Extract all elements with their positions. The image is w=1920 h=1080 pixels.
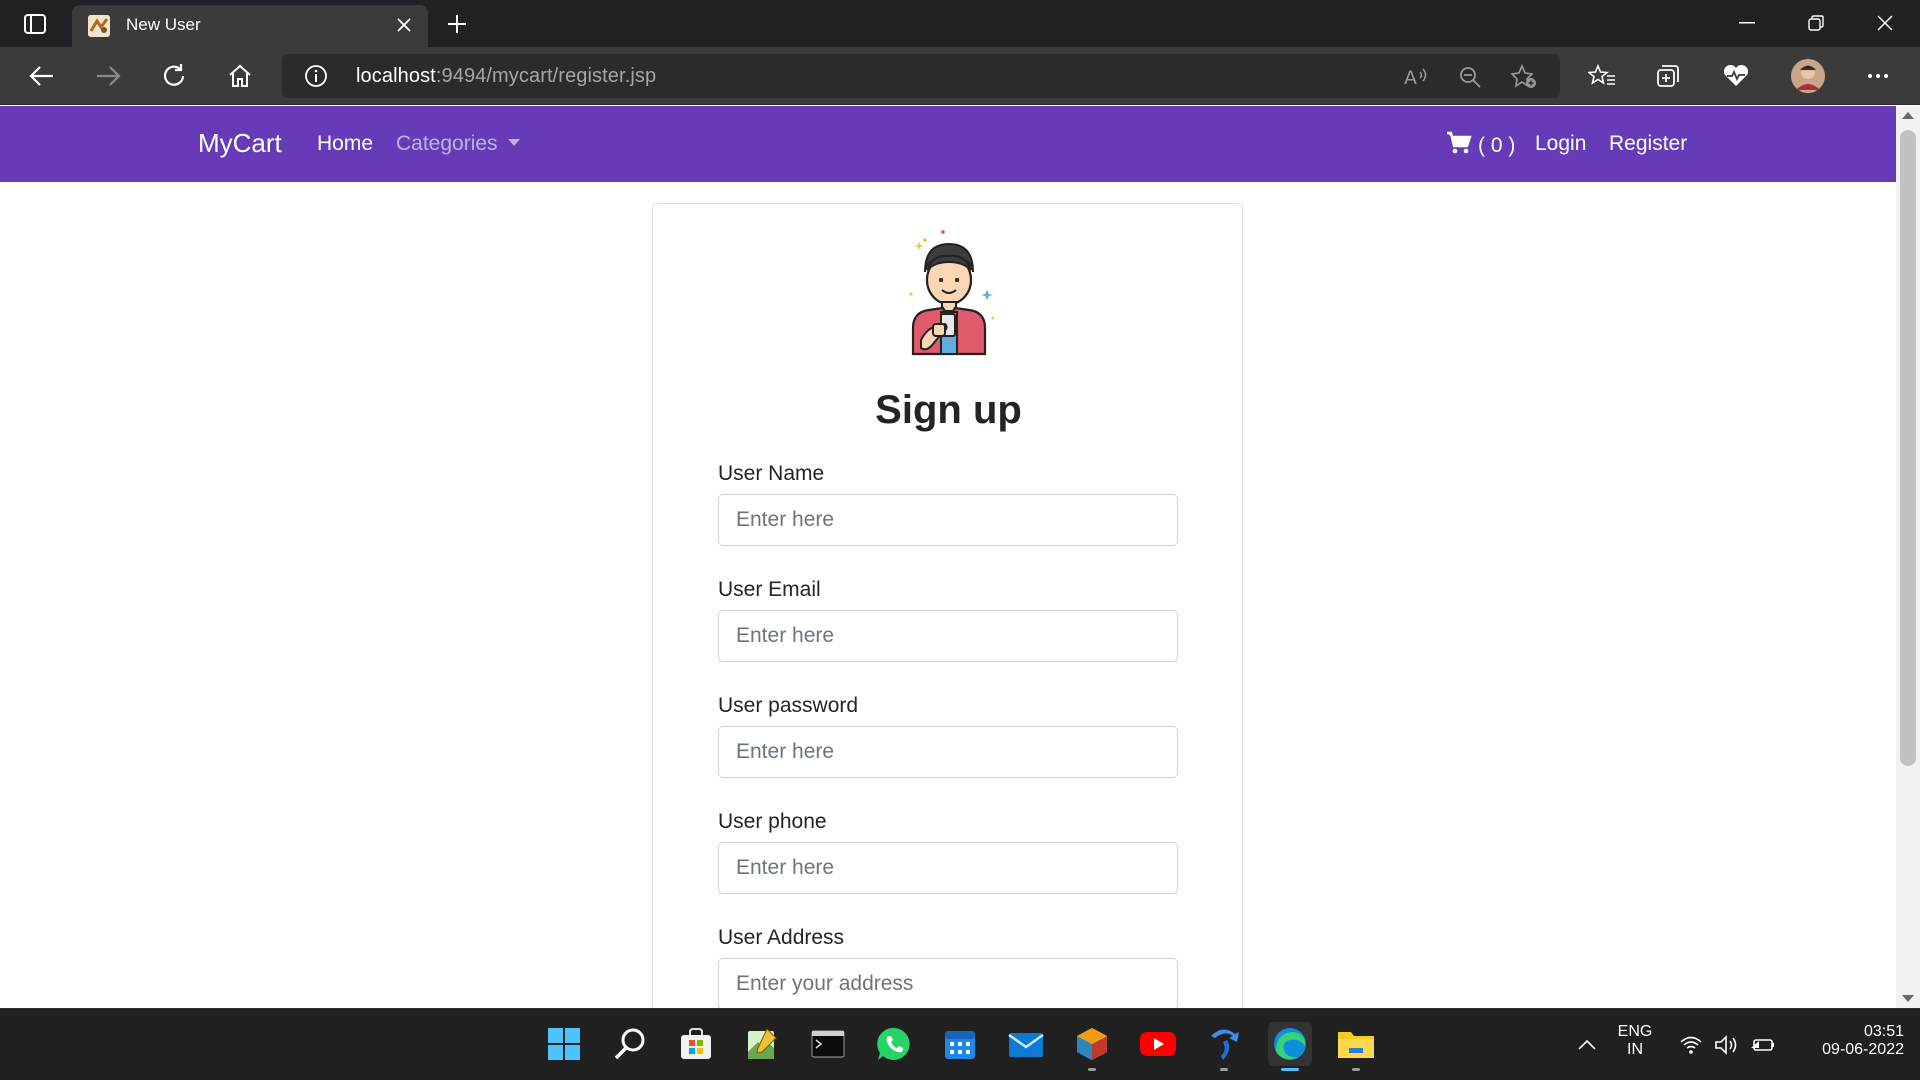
url-path: :9494/mycart/register.jsp: [435, 65, 657, 87]
back-icon[interactable]: [22, 57, 62, 95]
minimize-icon[interactable]: [1722, 6, 1772, 40]
store-icon[interactable]: [674, 1022, 718, 1066]
more-options-icon[interactable]: [1858, 57, 1898, 95]
cart-link[interactable]: ( 0 ): [1446, 131, 1515, 161]
site-navbar: MyCart Home Categories ( 0 ) Login Regis…: [0, 106, 1896, 182]
tab-close-icon[interactable]: [392, 13, 416, 37]
app-cube-icon[interactable]: [1070, 1022, 1114, 1071]
file-explorer-icon[interactable]: [1334, 1022, 1378, 1071]
restore-icon[interactable]: [1791, 6, 1841, 40]
collections-icon[interactable]: [1648, 57, 1688, 95]
refresh-icon[interactable]: [154, 57, 194, 95]
scroll-down-arrow-icon[interactable]: [1902, 995, 1914, 1002]
user-avatar-illustration: [903, 228, 995, 356]
brand-link[interactable]: MyCart: [198, 128, 282, 159]
user-address-label: User Address: [718, 926, 845, 949]
user-password-input[interactable]: [718, 726, 1178, 778]
signup-card: Sign up User Name User Email User passwo…: [652, 203, 1243, 1008]
favorites-icon[interactable]: [1582, 57, 1622, 95]
close-window-icon[interactable]: [1860, 6, 1910, 40]
forward-icon[interactable]: [88, 57, 128, 95]
tab-favicon-icon: [88, 15, 110, 37]
start-icon[interactable]: [542, 1022, 586, 1066]
address-bar[interactable]: localhost:9494/mycart/register.jsp A: [282, 54, 1560, 98]
cart-count: ( 0 ): [1478, 134, 1516, 157]
user-name-label: User Name: [718, 462, 825, 485]
nav-categories-dropdown[interactable]: Categories: [396, 132, 520, 156]
nav-login[interactable]: Login: [1535, 132, 1586, 156]
region-code: IN: [1627, 1041, 1643, 1058]
windows-taskbar: ENG IN 03:51 09-06-2022: [0, 1008, 1920, 1080]
site-info-icon[interactable]: [304, 64, 328, 88]
user-password-label: User password: [718, 694, 859, 717]
profile-avatar[interactable]: [1788, 57, 1828, 95]
clock-date: 09-06-2022: [1822, 1041, 1904, 1058]
youtube-icon[interactable]: [1136, 1022, 1180, 1066]
page-scrollbar[interactable]: [1896, 106, 1920, 1008]
running-indicator: [1088, 1068, 1096, 1071]
user-phone-label: User phone: [718, 810, 827, 833]
nav-home[interactable]: Home: [317, 132, 373, 156]
whatsapp-icon[interactable]: [872, 1022, 916, 1066]
edge-icon[interactable]: [1268, 1022, 1312, 1071]
url-host: localhost: [356, 65, 436, 87]
new-tab-icon[interactable]: [441, 8, 473, 40]
user-email-input[interactable]: [718, 610, 1178, 662]
language-code: ENG: [1617, 1023, 1653, 1040]
clock-time: 03:51: [1863, 1023, 1904, 1040]
zoom-out-icon[interactable]: [1456, 64, 1484, 90]
show-hidden-icons-icon[interactable]: [1574, 1033, 1600, 1057]
language-indicator[interactable]: ENG IN: [1612, 1023, 1658, 1059]
scroll-up-arrow-icon[interactable]: [1902, 112, 1914, 119]
page-viewport: MyCart Home Categories ( 0 ) Login Regis…: [0, 106, 1896, 1008]
add-favorite-icon[interactable]: [1510, 64, 1538, 90]
caret-down-icon: [507, 139, 520, 146]
signup-heading: Sign up: [875, 388, 1022, 432]
tab-title: New User: [126, 15, 201, 34]
tab-actions-icon[interactable]: [18, 10, 52, 38]
browser-toolbar: localhost:9494/mycart/register.jsp A: [0, 47, 1920, 105]
cart-icon: [1446, 131, 1472, 161]
url-text: localhost:9494/mycart/register.jsp: [356, 65, 656, 88]
terminal-icon[interactable]: [806, 1022, 850, 1066]
browser-tab[interactable]: New User: [72, 5, 428, 47]
calendar-icon[interactable]: [938, 1022, 982, 1066]
home-icon[interactable]: [220, 57, 260, 95]
user-name-input[interactable]: [718, 494, 1178, 546]
user-phone-input[interactable]: [718, 842, 1178, 894]
scrollbar-thumb[interactable]: [1900, 130, 1916, 766]
battery-icon[interactable]: [1750, 1033, 1776, 1057]
notepad-icon[interactable]: [740, 1022, 784, 1066]
read-aloud-icon[interactable]: A: [1402, 64, 1430, 90]
wifi-icon[interactable]: [1678, 1033, 1704, 1057]
svg-text:A: A: [1404, 67, 1417, 88]
browser-tab-strip: New User: [0, 0, 1920, 47]
user-email-label: User Email: [718, 578, 821, 601]
running-indicator: [1220, 1068, 1228, 1071]
user-address-input[interactable]: [718, 958, 1178, 1008]
running-indicator: [1352, 1068, 1360, 1071]
nav-register[interactable]: Register: [1609, 132, 1687, 156]
mail-icon[interactable]: [1004, 1022, 1048, 1066]
browser-essentials-icon[interactable]: [1716, 57, 1756, 95]
nav-categories-label: Categories: [396, 132, 498, 155]
search-icon[interactable]: [608, 1022, 652, 1066]
clock[interactable]: 03:51 09-06-2022: [1792, 1023, 1904, 1059]
tool-icon[interactable]: [1202, 1022, 1246, 1071]
volume-icon[interactable]: [1714, 1033, 1740, 1057]
active-indicator: [1281, 1068, 1299, 1071]
